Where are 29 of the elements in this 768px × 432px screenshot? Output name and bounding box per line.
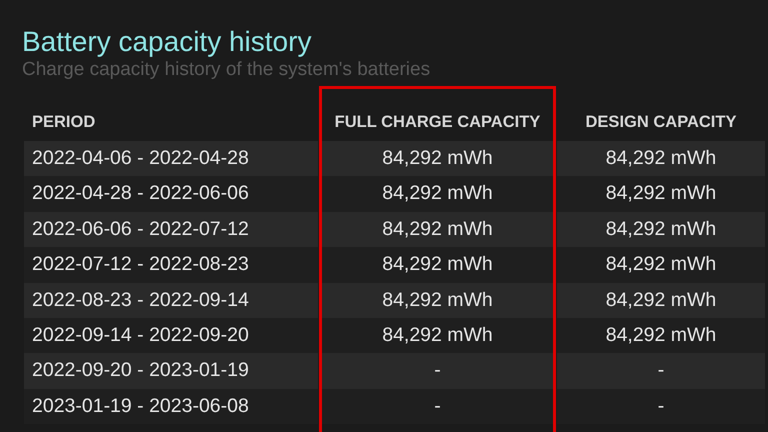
column-header: DESIGN CAPACITY bbox=[584, 112, 738, 134]
table-cell: 84,292 mWh bbox=[321, 212, 554, 248]
table-cell: 84,292 mWh bbox=[321, 282, 554, 318]
page-title: Battery capacity history bbox=[22, 26, 312, 58]
table-cell: 2022-04-06 - 2022-04-28 bbox=[24, 141, 318, 176]
table-cell: 84,292 mWh bbox=[557, 282, 765, 318]
table-cell: 2022-08-23 - 2022-09-14 bbox=[24, 282, 318, 318]
table-cell: 2022-06-06 - 2022-07-12 bbox=[24, 212, 318, 248]
table-cell: 84,292 mWh bbox=[557, 247, 765, 283]
page-subtitle: Charge capacity history of the system's batteries bbox=[22, 58, 432, 82]
table-cell: - bbox=[321, 353, 554, 389]
table-cell: 2022-04-28 - 2022-06-06 bbox=[24, 176, 318, 212]
column-header: PERIOD bbox=[31, 112, 96, 134]
table-cell: 84,292 mWh bbox=[321, 247, 554, 283]
table-cell: 84,292 mWh bbox=[321, 176, 554, 212]
table-cell: 84,292 mWh bbox=[557, 141, 765, 176]
table-cell: - bbox=[321, 388, 554, 424]
table-cell: 2022-09-20 - 2023-01-19 bbox=[24, 353, 318, 389]
table-cell: 84,292 mWh bbox=[321, 318, 554, 354]
table-cell: - bbox=[557, 353, 765, 389]
table-cell: 84,292 mWh bbox=[557, 318, 765, 354]
table-cell: 2023-01-19 - 2023-06-08 bbox=[24, 388, 318, 424]
table-cell: 2022-07-12 - 2022-08-23 bbox=[24, 247, 318, 283]
table-cell: - bbox=[557, 388, 765, 424]
table-cell: 84,292 mWh bbox=[557, 212, 765, 248]
table-cell: 84,292 mWh bbox=[321, 141, 554, 176]
column-header: FULL CHARGE CAPACITY bbox=[334, 112, 542, 134]
table-cell: 84,292 mWh bbox=[557, 176, 765, 212]
table-cell: 2022-09-14 - 2022-09-20 bbox=[24, 318, 318, 354]
